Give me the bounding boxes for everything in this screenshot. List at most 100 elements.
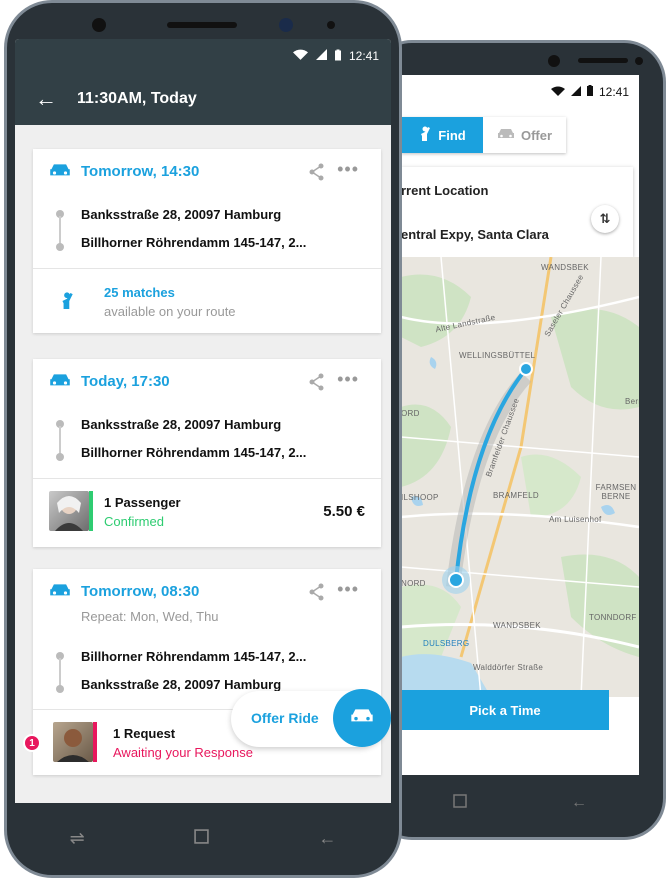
route-map[interactable]: WANDSBEK Alte Landstraße Saseler Chausse… bbox=[401, 257, 639, 697]
ride-time: Tomorrow, 08:30 bbox=[81, 583, 200, 600]
matches-count: 25 matches bbox=[104, 285, 175, 300]
tab-offer-label: Offer bbox=[520, 127, 553, 143]
notification-badge: 1 bbox=[23, 734, 41, 752]
ride-card[interactable]: Today, 17:30 ••• Banksstraße 28, 20097 H… bbox=[33, 359, 381, 547]
more-options-icon[interactable]: ••• bbox=[337, 159, 359, 180]
map-label: WELLINGSBÜTTEL bbox=[459, 351, 536, 360]
ride-card-header: Tomorrow, 14:30 ••• bbox=[33, 149, 381, 193]
map-label: FARMSEN BERNE bbox=[595, 483, 637, 501]
hitchhiker-icon bbox=[418, 126, 432, 145]
home-icon[interactable] bbox=[194, 828, 209, 849]
repeat-schedule: Repeat: Mon, Wed, Thu bbox=[81, 609, 219, 624]
map-label: NORD bbox=[401, 579, 426, 588]
wifi-icon bbox=[550, 85, 565, 99]
map-label: TONNDORF bbox=[589, 613, 637, 622]
passenger-avatar bbox=[49, 491, 89, 531]
more-options-icon[interactable]: ••• bbox=[337, 369, 359, 390]
passenger-count: 1 Passenger bbox=[104, 495, 181, 510]
matches-row[interactable]: 25 matches available on your route bbox=[33, 268, 381, 333]
matches-subtitle: available on your route bbox=[104, 304, 236, 319]
earpiece-speaker bbox=[578, 58, 628, 63]
battery-icon bbox=[586, 85, 593, 99]
route-connector bbox=[59, 426, 61, 454]
recent-apps-icon[interactable]: ⇌ bbox=[70, 828, 85, 849]
share-icon[interactable] bbox=[309, 373, 325, 396]
confirmed-status-bar bbox=[89, 491, 93, 531]
offer-ride-button[interactable] bbox=[333, 689, 391, 747]
share-icon[interactable] bbox=[309, 583, 325, 606]
map-label: WANDSBEK bbox=[493, 621, 541, 630]
ride-card[interactable]: Tomorrow, 14:30 ••• Banksstraße 28, 2009… bbox=[33, 149, 381, 333]
pick-a-time-button[interactable]: Pick a Time bbox=[401, 690, 609, 730]
route-end-marker bbox=[519, 362, 533, 376]
back-arrow-icon[interactable]: ← bbox=[15, 86, 77, 112]
map-label: Walddörfer Straße bbox=[473, 663, 544, 672]
car-icon bbox=[350, 708, 374, 729]
route-connector bbox=[59, 658, 61, 686]
status-time: 12:41 bbox=[348, 49, 379, 63]
awaiting-status-bar bbox=[93, 722, 97, 762]
sensor-dot bbox=[327, 21, 335, 29]
front-phone-frame: 12:41 ← 11:30AM, Today Tomorrow, 14:30 •… bbox=[4, 0, 402, 878]
swap-icon[interactable]: ⇅ bbox=[591, 205, 619, 233]
ride-time: Today, 17:30 bbox=[81, 373, 170, 390]
requester-avatar bbox=[53, 722, 93, 762]
route-connector bbox=[59, 216, 61, 244]
signal-icon bbox=[570, 85, 581, 99]
ride-card-header: Tomorrow, 08:30 Repeat: Mon, Wed, Thu ••… bbox=[33, 569, 381, 624]
map-label: ORD bbox=[401, 409, 420, 418]
request-count: 1 Request bbox=[113, 726, 176, 741]
map-label: BRAMFELD bbox=[493, 491, 539, 500]
passenger-row[interactable]: 1 Passenger Confirmed 5.50 € bbox=[33, 478, 381, 547]
hitchhiker-icon bbox=[59, 291, 75, 316]
map-label: DULSBERG bbox=[423, 639, 470, 648]
camera-lens bbox=[548, 55, 560, 67]
car-icon bbox=[49, 583, 71, 603]
front-camera-lens bbox=[279, 18, 293, 32]
water-area bbox=[601, 505, 615, 515]
signal-icon bbox=[315, 49, 327, 63]
request-status: Awaiting your Response bbox=[113, 745, 253, 760]
status-bar: 12:41 bbox=[15, 39, 391, 73]
tab-find-label: Find bbox=[438, 127, 466, 143]
back-phone-frame: 12:41 Find Offer rrent Location entral E… bbox=[370, 40, 666, 840]
tab-offer[interactable]: Offer bbox=[483, 117, 566, 153]
map-label: WANDSBEK bbox=[541, 263, 589, 272]
car-icon bbox=[497, 128, 515, 143]
back-phone-screen: 12:41 Find Offer rrent Location entral E… bbox=[401, 75, 639, 775]
earpiece-speaker bbox=[167, 22, 237, 28]
status-time: 12:41 bbox=[598, 85, 629, 99]
mode-tabs: Find Offer bbox=[401, 117, 566, 153]
park-area bbox=[561, 554, 639, 657]
back-nav-icon[interactable]: ← bbox=[571, 794, 587, 812]
destination-address: Banksstraße 28, 20097 Hamburg bbox=[81, 677, 282, 692]
current-location-marker bbox=[448, 572, 464, 588]
map-label: Berne bbox=[625, 397, 639, 406]
back-nav-icon[interactable]: ← bbox=[318, 828, 336, 849]
park-area bbox=[521, 454, 581, 517]
tab-find[interactable]: Find bbox=[401, 117, 483, 153]
wifi-icon bbox=[292, 49, 308, 63]
system-nav-bar: ⇌ ← bbox=[15, 803, 391, 873]
destination-address: Billhorner Röhrendamm 145-147, 2... bbox=[81, 235, 307, 250]
recents-icon[interactable] bbox=[453, 793, 467, 813]
sensor-dot bbox=[635, 57, 643, 65]
destination-dot bbox=[56, 453, 64, 461]
location-card: rrent Location entral Expy, Santa Clara … bbox=[401, 167, 633, 257]
offer-ride-fab[interactable]: Offer Ride bbox=[231, 689, 391, 747]
map-drawing bbox=[401, 257, 639, 697]
ride-card-header: Today, 17:30 ••• bbox=[33, 359, 381, 403]
origin-address: Banksstraße 28, 20097 Hamburg bbox=[81, 207, 282, 222]
front-phone-screen: 12:41 ← 11:30AM, Today Tomorrow, 14:30 •… bbox=[15, 39, 391, 803]
ride-time: Tomorrow, 14:30 bbox=[81, 163, 200, 180]
destination-field[interactable]: entral Expy, Santa Clara bbox=[401, 227, 549, 242]
more-options-icon[interactable]: ••• bbox=[337, 579, 359, 600]
battery-icon bbox=[334, 49, 341, 64]
park-area bbox=[401, 274, 471, 347]
camera-lens bbox=[92, 18, 106, 32]
share-icon[interactable] bbox=[309, 163, 325, 186]
origin-field[interactable]: rrent Location bbox=[401, 183, 488, 198]
passenger-status: Confirmed bbox=[104, 514, 164, 529]
road bbox=[401, 512, 639, 529]
map-label: ILSHOOP bbox=[401, 493, 439, 502]
